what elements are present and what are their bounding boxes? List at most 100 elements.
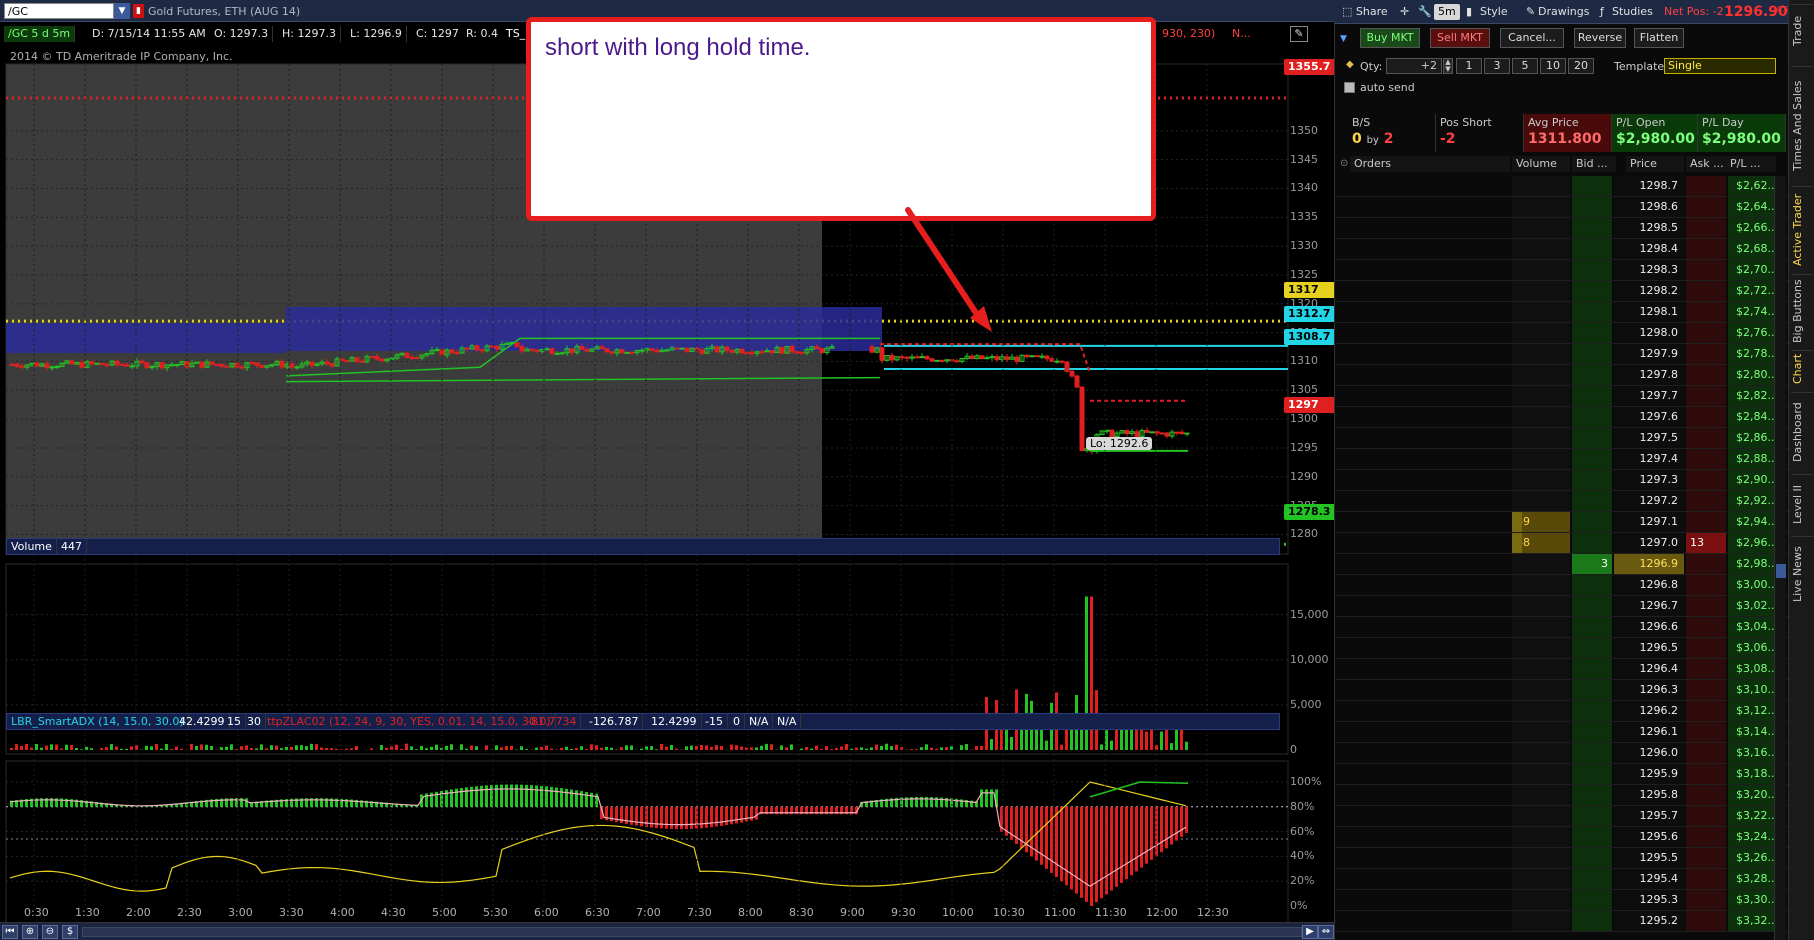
qty-preset-button[interactable]: 20: [1568, 58, 1594, 74]
ask-cell[interactable]: [1686, 890, 1726, 910]
bid-cell[interactable]: [1572, 596, 1612, 616]
bid-cell[interactable]: [1572, 827, 1612, 847]
zoom-in-icon[interactable]: ⊕: [22, 925, 38, 939]
bid-cell[interactable]: [1572, 470, 1612, 490]
bid-cell[interactable]: [1572, 575, 1612, 595]
bid-cell[interactable]: [1572, 890, 1612, 910]
ladder-row[interactable]: $2,62... 1298.7: [1334, 176, 1788, 197]
crosshair-icon[interactable]: ✛: [1396, 4, 1413, 20]
ladder-row[interactable]: $3,20... 1295.8: [1334, 785, 1788, 806]
bid-cell[interactable]: [1572, 533, 1612, 553]
chart-style-icon[interactable]: ▮: [1462, 4, 1476, 20]
side-tab-times-and-sales[interactable]: Times And Sales: [1791, 66, 1813, 184]
ladder-row[interactable]: $3,32... 1295.2: [1334, 911, 1788, 932]
side-tab-trade[interactable]: Trade: [1791, 4, 1813, 56]
ladder-row[interactable]: $2,66... 1298.5: [1334, 218, 1788, 239]
side-tab-active-trader[interactable]: Active Trader: [1791, 186, 1813, 272]
bid-cell[interactable]: [1572, 239, 1612, 259]
ladder-column-header[interactable]: Ask ...: [1686, 156, 1726, 172]
bid-cell[interactable]: [1572, 848, 1612, 868]
bid-cell[interactable]: [1572, 428, 1612, 448]
bid-cell[interactable]: [1572, 281, 1612, 301]
ladder-row[interactable]: $3,10... 1296.3: [1334, 680, 1788, 701]
scroll-right-icon[interactable]: ▶: [1302, 925, 1318, 939]
ladder-row[interactable]: $3,24... 1295.6: [1334, 827, 1788, 848]
ask-cell[interactable]: [1686, 743, 1726, 763]
ladder-row[interactable]: $2,86... 1297.5: [1334, 428, 1788, 449]
ladder-row[interactable]: $2,64... 1298.6: [1334, 197, 1788, 218]
bid-cell[interactable]: [1572, 785, 1612, 805]
bid-cell[interactable]: [1572, 449, 1612, 469]
ask-cell[interactable]: [1686, 197, 1726, 217]
interval-select[interactable]: 5m: [1434, 4, 1460, 20]
ask-cell[interactable]: [1686, 491, 1726, 511]
flatten-button[interactable]: Flatten: [1634, 28, 1684, 48]
ask-cell[interactable]: [1686, 596, 1726, 616]
ask-cell[interactable]: [1686, 386, 1726, 406]
ladder-row[interactable]: $2,96... 1297.0 68 13: [1334, 533, 1788, 554]
side-tab-chart[interactable]: Chart: [1791, 350, 1813, 386]
ask-cell[interactable]: [1686, 428, 1726, 448]
ladder-row[interactable]: $2,98... 1296.9 3: [1334, 554, 1788, 575]
side-tab-big-buttons[interactable]: Big Buttons: [1791, 274, 1813, 348]
ladder-row[interactable]: $3,06... 1296.5: [1334, 638, 1788, 659]
bid-cell[interactable]: [1572, 176, 1612, 196]
bid-cell[interactable]: [1572, 638, 1612, 658]
ladder-row[interactable]: $2,82... 1297.7: [1334, 386, 1788, 407]
bid-cell[interactable]: [1572, 701, 1612, 721]
ladder-row[interactable]: $3,04... 1296.6: [1334, 617, 1788, 638]
bid-cell[interactable]: [1572, 680, 1612, 700]
qty-input[interactable]: +2: [1386, 58, 1442, 74]
qty-preset-button[interactable]: 5: [1512, 58, 1538, 74]
ladder-row[interactable]: $3,30... 1295.3: [1334, 890, 1788, 911]
bid-cell[interactable]: [1572, 659, 1612, 679]
ask-cell[interactable]: [1686, 176, 1726, 196]
orders-expand-icon[interactable]: ⊙: [1340, 158, 1348, 169]
ask-cell[interactable]: [1686, 218, 1726, 238]
ask-cell[interactable]: [1686, 260, 1726, 280]
ladder-row[interactable]: $2,80... 1297.8: [1334, 365, 1788, 386]
bid-cell[interactable]: [1572, 722, 1612, 742]
ladder-row[interactable]: $2,68... 1298.4: [1334, 239, 1788, 260]
ladder-row[interactable]: $3,02... 1296.7: [1334, 596, 1788, 617]
bid-cell[interactable]: [1572, 512, 1612, 532]
ladder-row[interactable]: $3,12... 1296.2: [1334, 701, 1788, 722]
auto-send-checkbox[interactable]: [1344, 82, 1355, 93]
ask-cell[interactable]: [1686, 281, 1726, 301]
ladder-row[interactable]: $3,00... 1296.8: [1334, 575, 1788, 596]
qty-preset-button[interactable]: 1: [1456, 58, 1482, 74]
bid-cell[interactable]: [1572, 743, 1612, 763]
scroll-start-icon[interactable]: ⏮: [2, 925, 18, 939]
ladder-column-header[interactable]: P/L ...: [1726, 156, 1776, 172]
ladder-column-header[interactable]: Bid ...: [1572, 156, 1616, 172]
ladder-column-header[interactable]: Price: [1626, 156, 1684, 172]
ladder-scrollbar[interactable]: [1774, 176, 1786, 940]
bid-cell[interactable]: [1572, 260, 1612, 280]
bid-cell[interactable]: [1572, 323, 1612, 343]
bid-cell[interactable]: [1572, 764, 1612, 784]
ladder-row[interactable]: $2,74... 1298.1: [1334, 302, 1788, 323]
side-tab-dashboard[interactable]: Dashboard: [1791, 392, 1813, 472]
side-tab-live-news[interactable]: Live News: [1791, 536, 1813, 612]
cancel-button[interactable]: Cancel...: [1500, 28, 1564, 48]
ask-cell[interactable]: [1686, 512, 1726, 532]
style-button[interactable]: Style: [1476, 4, 1512, 20]
ask-cell[interactable]: [1686, 827, 1726, 847]
ask-cell[interactable]: [1686, 554, 1726, 574]
ask-cell[interactable]: [1686, 911, 1726, 931]
drawings-button[interactable]: Drawings: [1534, 4, 1593, 20]
ladder-row[interactable]: $2,72... 1298.2: [1334, 281, 1788, 302]
zoom-out-icon[interactable]: ⊖: [42, 925, 58, 939]
sell-market-button[interactable]: Sell MKT: [1430, 28, 1490, 48]
ask-cell[interactable]: [1686, 323, 1726, 343]
bid-cell[interactable]: [1572, 806, 1612, 826]
ladder-column-header[interactable]: Volume: [1512, 156, 1570, 172]
qty-preset-button[interactable]: 3: [1484, 58, 1510, 74]
ladder-row[interactable]: $3,14... 1296.1: [1334, 722, 1788, 743]
volume-label[interactable]: Volume: [7, 539, 57, 554]
qty-stepper[interactable]: ▲ ▼: [1443, 58, 1453, 74]
ladder-row[interactable]: $3,22... 1295.7: [1334, 806, 1788, 827]
ladder-row[interactable]: $2,84... 1297.6: [1334, 407, 1788, 428]
bid-cell[interactable]: [1572, 407, 1612, 427]
ask-cell[interactable]: [1686, 239, 1726, 259]
